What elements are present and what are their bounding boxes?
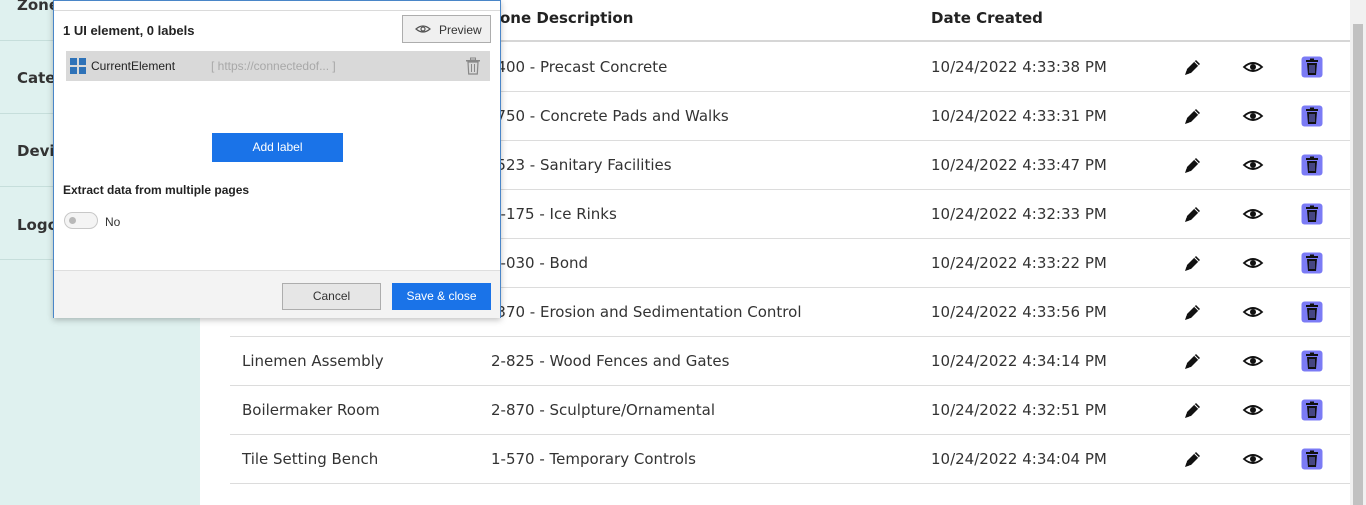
pencil-icon[interactable] xyxy=(1182,56,1204,78)
pencil-icon[interactable] xyxy=(1182,399,1204,421)
toggle-knob xyxy=(69,217,76,224)
pencil-icon[interactable] xyxy=(1182,154,1204,176)
eye-icon[interactable] xyxy=(1242,350,1264,372)
row-description: 2-870 - Sculpture/Ornamental xyxy=(491,401,716,419)
row-name: Boilermaker Room xyxy=(242,401,380,419)
dialog-divider xyxy=(54,10,500,11)
cancel-button[interactable]: Cancel xyxy=(282,283,381,310)
trash-icon[interactable] xyxy=(1301,154,1323,176)
eye-icon[interactable] xyxy=(1242,301,1264,323)
row-description: 2-825 - Wood Fences and Gates xyxy=(491,352,730,370)
delete-icon[interactable] xyxy=(465,57,481,80)
row-description: -750 - Concrete Pads and Walks xyxy=(491,107,729,125)
eye-icon[interactable] xyxy=(1242,252,1264,274)
pencil-icon[interactable] xyxy=(1182,105,1204,127)
eye-icon[interactable] xyxy=(1242,203,1264,225)
row-date-created: 10/24/2022 4:33:56 PM xyxy=(931,303,1107,321)
table-row: Boilermaker Room 2-870 - Sculpture/Ornam… xyxy=(230,386,1350,435)
eye-icon[interactable] xyxy=(1242,448,1264,470)
row-date-created: 10/24/2022 4:33:38 PM xyxy=(931,58,1107,76)
row-date-created: 10/24/2022 4:33:31 PM xyxy=(931,107,1107,125)
ui-element-name: CurrentElement xyxy=(91,59,176,73)
trash-icon[interactable] xyxy=(1301,105,1323,127)
eye-icon xyxy=(415,23,431,38)
header-description[interactable]: one Description xyxy=(500,9,633,27)
eye-icon[interactable] xyxy=(1242,105,1264,127)
trash-icon[interactable] xyxy=(1301,399,1323,421)
trash-icon[interactable] xyxy=(1301,56,1323,78)
ui-element-row[interactable]: CurrentElement [ https://connectedof... … xyxy=(66,51,490,81)
table-row: Tile Setting Bench 1-570 - Temporary Con… xyxy=(230,435,1350,484)
scrollbar-thumb[interactable] xyxy=(1353,24,1363,505)
row-date-created: 10/24/2022 4:33:22 PM xyxy=(931,254,1107,272)
eye-icon[interactable] xyxy=(1242,399,1264,421)
preview-label: Preview xyxy=(439,23,482,37)
trash-icon[interactable] xyxy=(1301,350,1323,372)
multi-page-toggle[interactable] xyxy=(64,212,98,229)
eye-icon[interactable] xyxy=(1242,56,1264,78)
row-name: Linemen Assembly xyxy=(242,352,384,370)
page-scrollbar[interactable] xyxy=(1350,0,1366,505)
table-row: Linemen Assembly 2-825 - Wood Fences and… xyxy=(230,337,1350,386)
trash-icon[interactable] xyxy=(1301,301,1323,323)
row-date-created: 10/24/2022 4:34:14 PM xyxy=(931,352,1107,370)
row-description: 1-570 - Temporary Controls xyxy=(491,450,696,468)
add-label-button[interactable]: Add label xyxy=(212,133,343,162)
preview-button[interactable]: Preview xyxy=(402,15,491,43)
save-close-button[interactable]: Save & close xyxy=(392,283,491,310)
row-name: Tile Setting Bench xyxy=(242,450,379,468)
sidebar-item-label: Logo xyxy=(17,216,58,234)
multi-page-label: Extract data from multiple pages xyxy=(63,183,250,197)
pencil-icon[interactable] xyxy=(1182,203,1204,225)
row-description: 3-175 - Ice Rinks xyxy=(491,205,617,223)
row-date-created: 10/24/2022 4:32:51 PM xyxy=(931,401,1107,419)
trash-icon[interactable] xyxy=(1301,203,1323,225)
ui-element-icon xyxy=(70,58,86,74)
row-date-created: 10/24/2022 4:33:47 PM xyxy=(931,156,1107,174)
pencil-icon[interactable] xyxy=(1182,252,1204,274)
pencil-icon[interactable] xyxy=(1182,448,1204,470)
trash-icon[interactable] xyxy=(1301,252,1323,274)
trash-icon[interactable] xyxy=(1301,448,1323,470)
row-description: -370 - Erosion and Sedimentation Control xyxy=(491,303,802,321)
row-date-created: 10/24/2022 4:32:33 PM xyxy=(931,205,1107,223)
dialog-title: 1 UI element, 0 labels xyxy=(63,23,195,38)
row-description: -523 - Sanitary Facilities xyxy=(491,156,672,174)
ui-element-url: [ https://connectedof... ] xyxy=(211,59,336,73)
dialog-footer: Cancel Save & close xyxy=(54,270,500,318)
extract-data-dialog: 1 UI element, 0 labels Preview CurrentEl… xyxy=(53,0,501,318)
pencil-icon[interactable] xyxy=(1182,301,1204,323)
header-date-created[interactable]: Date Created xyxy=(931,9,1043,27)
toggle-state-label: No xyxy=(105,215,121,229)
pencil-icon[interactable] xyxy=(1182,350,1204,372)
row-description: 7-030 - Bond xyxy=(491,254,589,272)
row-date-created: 10/24/2022 4:34:04 PM xyxy=(931,450,1107,468)
eye-icon[interactable] xyxy=(1242,154,1264,176)
row-description: -400 - Precast Concrete xyxy=(491,58,668,76)
